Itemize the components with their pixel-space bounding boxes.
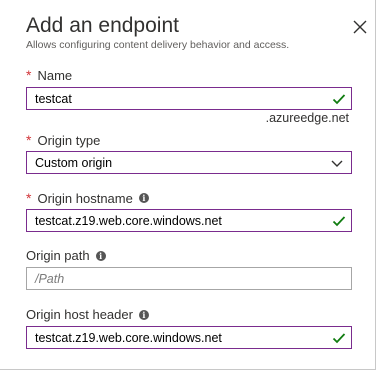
required-asterisk: *	[26, 132, 32, 148]
required-asterisk: *	[26, 190, 32, 206]
required-asterisk: *	[26, 67, 32, 83]
origin-path-label: Origin path i	[26, 248, 106, 263]
info-icon[interactable]: i	[138, 193, 149, 203]
info-icon[interactable]: i	[95, 250, 106, 261]
checkmark-icon	[332, 332, 346, 343]
origin-path-field[interactable]: /Path	[26, 267, 352, 290]
chevron-down-icon	[331, 160, 343, 167]
panel-title: Add an endpoint	[26, 14, 179, 37]
name-field[interactable]: testcat	[26, 87, 352, 110]
name-domain-suffix: .azureedge.net	[265, 111, 349, 125]
origin-type-select[interactable]: Custom origin	[26, 151, 352, 174]
origin-type-value: Custom origin	[35, 155, 113, 170]
close-button[interactable]	[351, 18, 369, 36]
add-endpoint-panel: Add an endpoint Allows configuring conte…	[0, 0, 376, 370]
name-field-value: testcat	[35, 91, 72, 106]
origin-host-header-label: Origin host header i	[26, 307, 149, 322]
origin-hostname-label: * Origin hostname i	[26, 190, 149, 206]
panel-subtitle: Allows configuring content delivery beha…	[26, 39, 290, 51]
close-icon	[353, 20, 367, 34]
origin-hostname-field[interactable]: testcat.z19.web.core.windows.net	[26, 209, 352, 232]
origin-type-label: * Origin type	[26, 132, 101, 148]
origin-hostname-value: testcat.z19.web.core.windows.net	[35, 213, 222, 228]
origin-host-header-value: testcat.z19.web.core.windows.net	[35, 330, 222, 345]
origin-path-placeholder: /Path	[35, 271, 65, 286]
name-label: * Name	[26, 67, 73, 83]
origin-host-header-field[interactable]: testcat.z19.web.core.windows.net	[26, 326, 352, 349]
checkmark-icon	[332, 215, 346, 226]
checkmark-icon	[332, 93, 346, 104]
info-icon[interactable]: i	[138, 309, 149, 320]
